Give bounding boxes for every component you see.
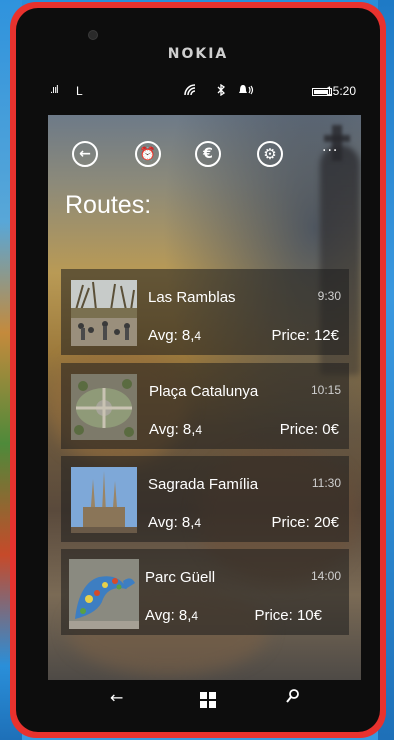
route-name: Plaça Catalunya <box>149 383 259 400</box>
route-time: 9:30 <box>317 289 341 303</box>
nav-search-icon[interactable] <box>286 688 300 708</box>
page-title: Routes: <box>65 191 152 219</box>
route-thumbnail <box>71 467 137 533</box>
route-average: Avg: 8,4 <box>148 514 201 531</box>
route-thumbnail <box>69 559 139 629</box>
route-price: Price: 20€ <box>271 514 339 531</box>
windows-start-icon[interactable] <box>200 692 216 708</box>
route-price: Price: 10€ <box>254 607 322 624</box>
brand-logo: NOKIA <box>167 46 229 62</box>
ringer-icon <box>238 84 256 99</box>
route-average-decimal: 4 <box>194 329 202 343</box>
route-price: Price: 0€ <box>279 421 339 438</box>
status-bar: .ııl L 15:20 <box>50 83 356 102</box>
nav-back-icon[interactable]: ← <box>110 688 123 707</box>
route-average: Avg: 8,4 <box>149 421 202 438</box>
bluetooth-icon <box>216 83 226 99</box>
route-average-label: Avg: 8, <box>148 514 195 531</box>
back-arrow-icon[interactable]: ← <box>72 141 98 167</box>
route-average-label: Avg: 8, <box>145 607 192 624</box>
route-price: Price: 12€ <box>271 327 339 344</box>
alarm-clock-icon[interactable]: ⏰ <box>135 141 161 167</box>
more-options-icon[interactable]: ... <box>322 139 338 155</box>
route-time: 11:30 <box>311 476 341 490</box>
route-card-parc-guell[interactable]: Parc Güell 14:00 Avg: 8,4 Price: 10€ <box>61 549 349 635</box>
route-average-label: Avg: 8, <box>148 327 195 344</box>
route-card-las-ramblas[interactable]: Las Ramblas 9:30 Avg: 8,4 Price: 12€ <box>61 269 349 355</box>
front-camera <box>88 30 98 40</box>
route-average: Avg: 8,4 <box>148 327 201 344</box>
wifi-icon <box>184 84 198 99</box>
route-average-decimal: 4 <box>195 423 203 437</box>
route-name: Sagrada Família <box>148 476 259 493</box>
phone-nav-bar: ← <box>48 680 361 720</box>
route-name: Las Ramblas <box>148 289 236 306</box>
carrier-label: L <box>76 84 83 98</box>
status-time: 15:20 <box>325 84 356 98</box>
route-average-decimal: 4 <box>194 516 202 530</box>
app-screen: ← ⏰ € ⚙ ... Routes: Las Ramblas 9:30 Avg… <box>48 115 361 680</box>
route-card-placa-catalunya[interactable]: Plaça Catalunya 10:15 Avg: 8,4 Price: 0€ <box>61 363 349 449</box>
signal-icon: .ııl <box>50 84 59 96</box>
app-toolbar: ← ⏰ € ⚙ ... <box>48 135 361 175</box>
route-card-sagrada-familia[interactable]: Sagrada Família 11:30 Avg: 8,4 Price: 20… <box>61 456 349 542</box>
route-time: 14:00 <box>310 569 341 583</box>
route-thumbnail <box>71 280 137 346</box>
route-average-decimal: 4 <box>191 609 199 623</box>
route-average-label: Avg: 8, <box>149 421 196 438</box>
euro-icon[interactable]: € <box>195 141 221 167</box>
route-average: Avg: 8,4 <box>145 607 198 624</box>
route-thumbnail <box>71 374 137 440</box>
settings-gear-icon[interactable]: ⚙ <box>257 141 283 167</box>
route-time: 10:15 <box>310 383 341 397</box>
route-name: Parc Güell <box>145 569 216 586</box>
